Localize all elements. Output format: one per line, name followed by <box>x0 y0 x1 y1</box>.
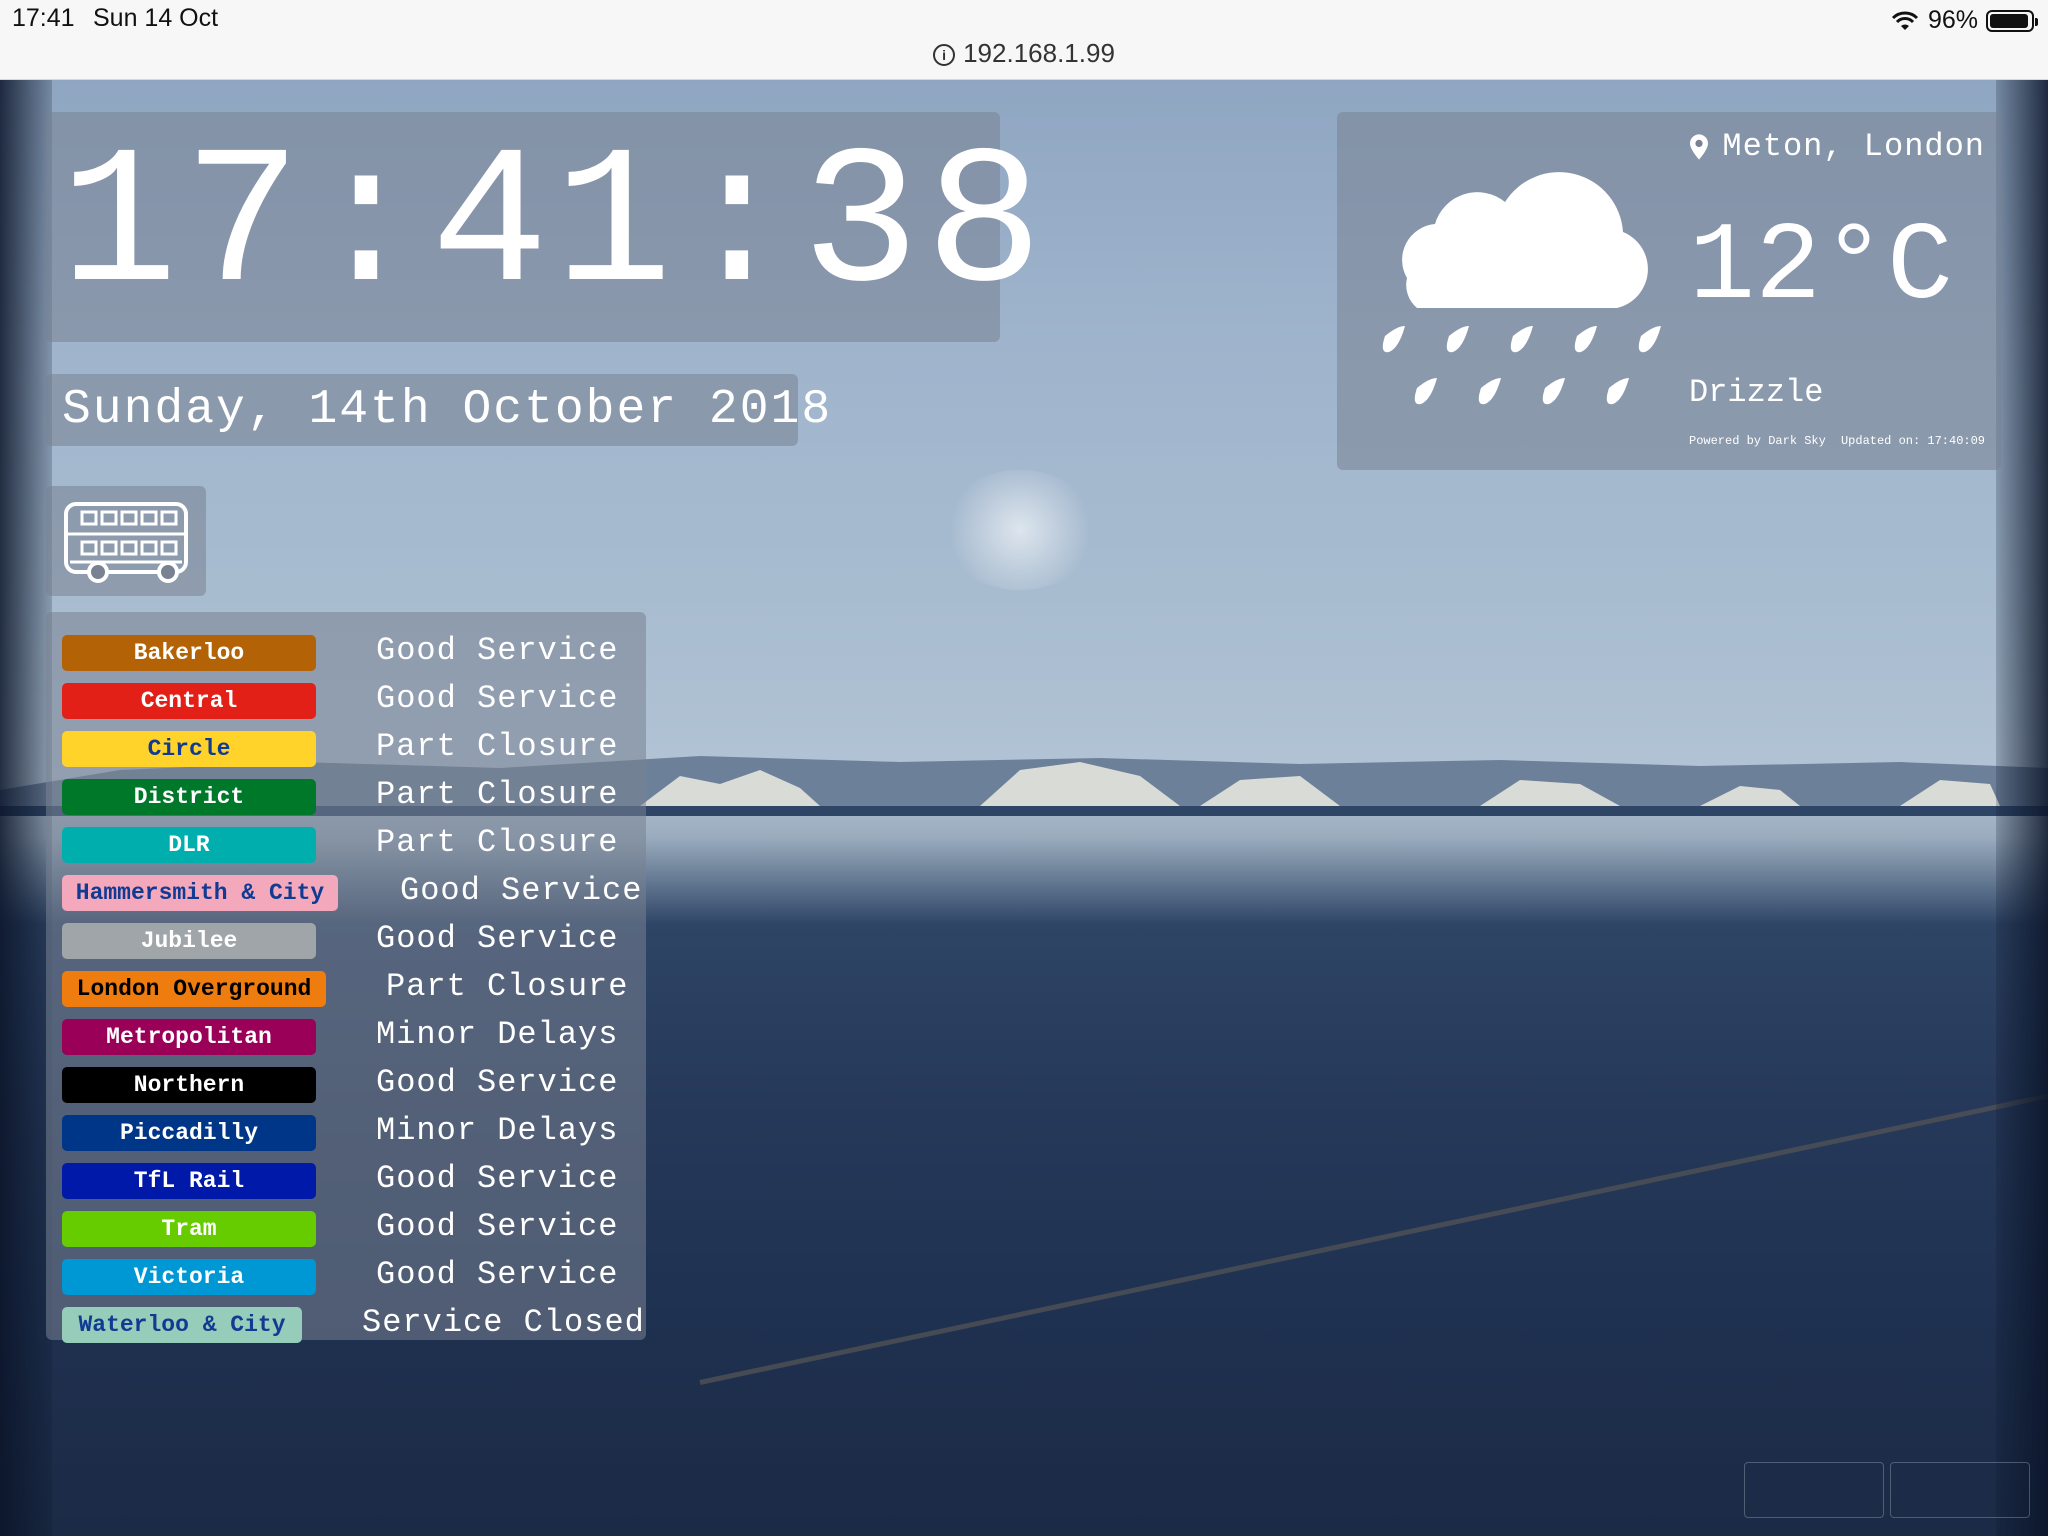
status-bar-right: 96% <box>1890 6 2038 35</box>
updated-time: Updated on: 17:40:09 <box>1840 434 1985 448</box>
tube-line-row: Jubilee Good Service <box>46 914 646 962</box>
right-vignette <box>1996 80 2048 1536</box>
weather-location: Meton, London <box>1690 128 1985 165</box>
battery-percent: 96% <box>1927 6 1978 34</box>
tube-line-badge: Circle <box>62 731 316 767</box>
clock-panel: 17:41:38 <box>46 112 1043 342</box>
powered-by-link[interactable]: Powered by Dark Sky <box>1689 434 1826 448</box>
tube-line-row: Victoria Good Service <box>46 1250 646 1298</box>
browser-chrome: 17:41 Sun 14 Oct 96% i 192.168.1.99 <box>0 0 2048 80</box>
tube-line-status: Minor Delays <box>376 1112 619 1149</box>
tube-line-row: District Part Closure <box>46 770 646 818</box>
info-icon[interactable]: i <box>933 44 956 66</box>
tube-line-status: Good Service <box>376 632 619 669</box>
tube-line-status: Good Service <box>376 1160 619 1197</box>
tube-line-status: Part Closure <box>386 968 629 1005</box>
tube-line-badge: Metropolitan <box>62 1019 316 1055</box>
ghost-button-left[interactable] <box>1744 1462 1884 1518</box>
tube-line-badge: TfL Rail <box>62 1163 316 1199</box>
rope-line <box>699 1088 2048 1385</box>
tube-line-badge: London Overground <box>62 971 326 1007</box>
clock-time: 17:41:38 <box>60 116 1049 338</box>
tube-line-row: DLR Part Closure <box>46 818 646 866</box>
tube-line-status: Service Closed <box>362 1304 645 1341</box>
tube-line-status: Good Service <box>376 920 619 957</box>
bus-icon <box>64 502 188 583</box>
weather-summary: Drizzle <box>1689 374 1824 411</box>
tube-line-badge: Tram <box>62 1211 316 1247</box>
tube-line-badge: Jubilee <box>62 923 316 959</box>
tube-line-row: Tram Good Service <box>46 1202 646 1250</box>
tube-line-status: Part Closure <box>376 776 619 813</box>
tube-line-badge: Bakerloo <box>62 635 316 671</box>
temperature: 12°C <box>1689 206 1954 331</box>
tube-line-row: Waterloo & City Service Closed <box>46 1298 646 1346</box>
tube-line-badge: Central <box>62 683 316 719</box>
rain-cloud-icon <box>1382 172 1661 405</box>
tube-line-row: Central Good Service <box>46 674 646 722</box>
tube-status-panel: Bakerloo Good Service Central Good Service C… <box>46 612 646 1343</box>
left-vignette <box>0 80 52 1536</box>
tube-line-row: Northern Good Service <box>46 1058 646 1106</box>
address-url: 192.168.1.99 <box>963 38 1115 68</box>
tube-line-row: TfL Rail Good Service <box>46 1154 646 1202</box>
location-pin-icon <box>1690 133 1709 160</box>
ghost-button-right[interactable] <box>1890 1462 2030 1518</box>
tube-line-status: Good Service <box>376 680 619 717</box>
tube-line-badge: Victoria <box>62 1259 316 1295</box>
tube-line-row: Bakerloo Good Service <box>46 626 646 674</box>
status-bar-time: 17:41 <box>12 4 75 32</box>
wifi-icon <box>1891 11 1919 30</box>
tube-line-status: Part Closure <box>376 824 619 861</box>
tube-line-status: Minor Delays <box>376 1016 619 1053</box>
battery-level <box>1990 13 2029 28</box>
tube-line-badge: DLR <box>62 827 316 863</box>
date-text: Sunday, 14th October 2018 <box>62 383 833 437</box>
tube-line-status: Good Service <box>376 1064 619 1101</box>
tube-line-badge: Northern <box>62 1067 316 1103</box>
tube-line-row: Piccadilly Minor Delays <box>46 1106 646 1154</box>
transport-toggle[interactable] <box>46 486 206 596</box>
tube-line-row: London Overground Part Closure <box>46 962 646 1010</box>
tube-line-status: Good Service <box>376 1256 619 1293</box>
weather-panel: Meton, London 12°C Drizzle Powered by Da… <box>1337 112 2001 470</box>
tube-line-status: Good Service <box>376 1208 619 1245</box>
tube-line-row: Circle Part Closure <box>46 722 646 770</box>
tube-line-badge: Waterloo & City <box>62 1307 302 1343</box>
tube-line-row: Metropolitan Minor Delays <box>46 1010 646 1058</box>
tube-line-status: Part Closure <box>376 728 619 765</box>
tube-line-status: Good Service <box>400 872 643 909</box>
date-panel: Sunday, 14th October 2018 <box>46 374 830 446</box>
status-bar-date: Sun 14 Oct <box>93 4 219 32</box>
location-text: Meton, London <box>1722 128 1985 165</box>
cloud-puff <box>940 470 1100 590</box>
tube-line-badge: Piccadilly <box>62 1115 316 1151</box>
tube-line-row: Hammersmith & City Good Service <box>46 866 646 914</box>
battery-icon <box>1986 9 2038 32</box>
tube-line-badge: District <box>62 779 316 815</box>
address-bar[interactable]: i 192.168.1.99 <box>0 38 2048 69</box>
tube-line-badge: Hammersmith & City <box>62 875 338 911</box>
